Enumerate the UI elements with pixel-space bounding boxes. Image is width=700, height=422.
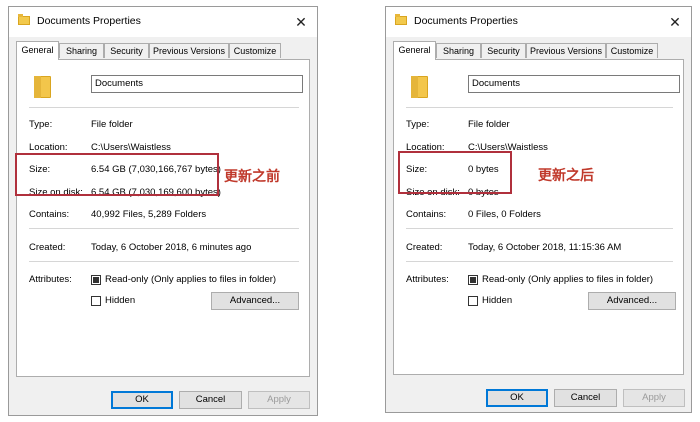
- dialog-title: Documents Properties: [414, 15, 518, 27]
- folder-icon: [395, 14, 407, 25]
- type-value: File folder: [91, 119, 133, 130]
- type-label: Type:: [406, 119, 430, 130]
- readonly-checkbox[interactable]: [91, 275, 101, 285]
- title-bar: Documents Properties ✕: [9, 7, 317, 37]
- type-label: Type:: [29, 119, 53, 130]
- folder-icon: [18, 14, 30, 25]
- divider: [406, 107, 673, 108]
- created-value: Today, 6 October 2018, 6 minutes ago: [91, 242, 252, 253]
- tab-customize[interactable]: Customize: [229, 43, 281, 58]
- tab-general[interactable]: General: [16, 41, 59, 60]
- contains-label: Contains:: [29, 209, 70, 220]
- tab-security[interactable]: Security: [104, 43, 149, 58]
- tab-previous-versions[interactable]: Previous Versions: [149, 43, 229, 58]
- hidden-checkbox[interactable]: [468, 296, 478, 306]
- folder-name-input[interactable]: Documents: [91, 75, 303, 93]
- tab-bar: General Sharing Security Previous Versio…: [16, 41, 310, 60]
- location-value: C:\Users\Waistless: [91, 142, 171, 153]
- folder-icon: [411, 76, 428, 98]
- folder-icon: [34, 76, 51, 98]
- tab-bar: General Sharing Security Previous Versio…: [393, 41, 684, 60]
- hidden-checkbox[interactable]: [91, 296, 101, 306]
- readonly-label: Read-only (Only applies to files in fold…: [105, 274, 277, 285]
- advanced-button[interactable]: Advanced...: [211, 292, 299, 310]
- title-bar: Documents Properties ✕: [386, 7, 691, 37]
- created-label: Created:: [29, 242, 66, 253]
- annotation-after: 更新之后: [538, 168, 594, 184]
- ok-button[interactable]: OK: [111, 391, 173, 409]
- location-label: Location:: [29, 142, 68, 153]
- readonly-label: Read-only (Only applies to files in fold…: [482, 274, 654, 285]
- tab-security[interactable]: Security: [481, 43, 526, 58]
- tab-sharing[interactable]: Sharing: [59, 43, 104, 58]
- divider: [406, 261, 673, 262]
- hidden-label: Hidden: [105, 295, 136, 306]
- cancel-button[interactable]: Cancel: [554, 389, 617, 407]
- close-button[interactable]: ✕: [291, 12, 311, 32]
- divider: [29, 228, 299, 229]
- tab-previous-versions[interactable]: Previous Versions: [526, 43, 606, 58]
- hidden-label: Hidden: [482, 295, 513, 306]
- apply-button[interactable]: Apply: [623, 389, 685, 407]
- created-value: Today, 6 October 2018, 11:15:36 AM: [468, 242, 622, 253]
- size-highlight-box-before: [15, 153, 219, 196]
- attributes-label: Attributes:: [29, 274, 72, 285]
- contains-label: Contains:: [406, 209, 447, 220]
- tab-general[interactable]: General: [393, 41, 436, 60]
- tab-sharing[interactable]: Sharing: [436, 43, 481, 58]
- cancel-button[interactable]: Cancel: [179, 391, 242, 409]
- divider: [29, 261, 299, 262]
- contains-value: 40,992 Files, 5,289 Folders: [91, 209, 207, 220]
- close-button[interactable]: ✕: [665, 12, 685, 32]
- created-label: Created:: [406, 242, 443, 253]
- general-panel: Documents Type: File folder Location: C:…: [16, 59, 310, 377]
- advanced-button[interactable]: Advanced...: [588, 292, 676, 310]
- attributes-label: Attributes:: [406, 274, 449, 285]
- properties-dialog-after: Documents Properties ✕ General Sharing S…: [385, 6, 692, 413]
- apply-button[interactable]: Apply: [248, 391, 310, 409]
- properties-dialog-before: Documents Properties ✕ General Sharing S…: [8, 6, 318, 416]
- divider: [406, 228, 673, 229]
- ok-button[interactable]: OK: [486, 389, 548, 407]
- readonly-checkbox[interactable]: [468, 275, 478, 285]
- annotation-before: 更新之前: [224, 169, 280, 185]
- type-value: File folder: [468, 119, 510, 130]
- tab-customize[interactable]: Customize: [606, 43, 658, 58]
- general-panel: Documents Type: File folder Location: C:…: [393, 59, 684, 375]
- divider: [29, 107, 299, 108]
- folder-name-input[interactable]: Documents: [468, 75, 680, 93]
- size-highlight-box-after: [398, 151, 512, 194]
- dialog-title: Documents Properties: [37, 15, 141, 27]
- contains-value: 0 Files, 0 Folders: [468, 209, 541, 220]
